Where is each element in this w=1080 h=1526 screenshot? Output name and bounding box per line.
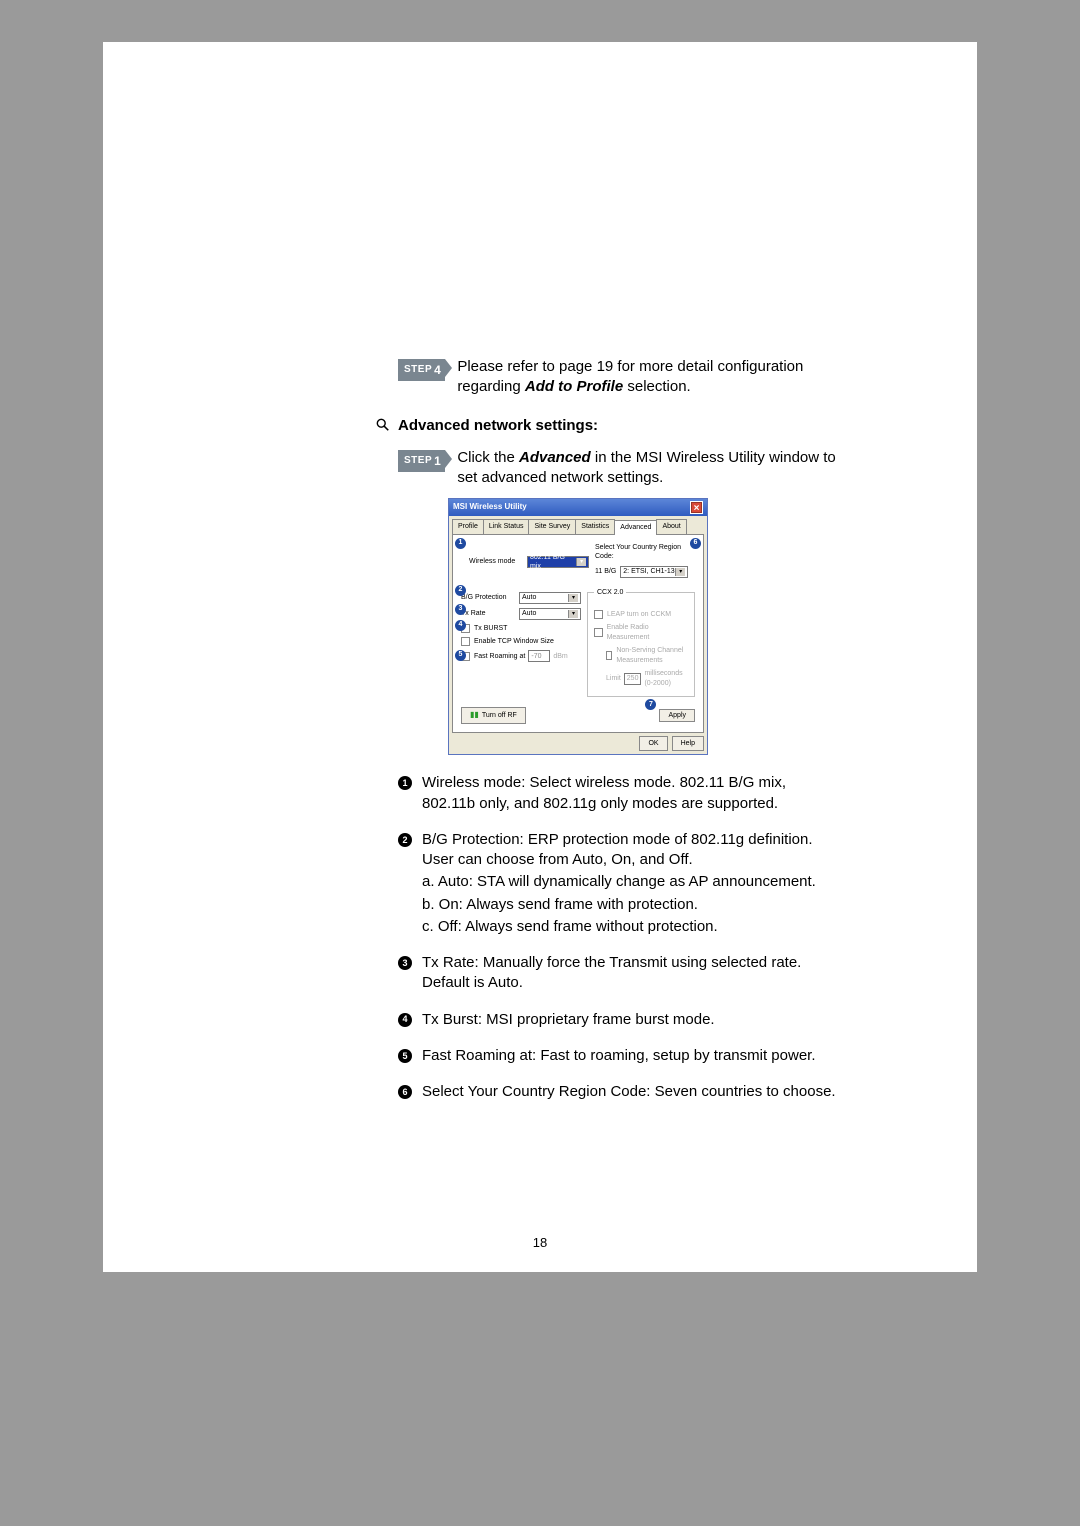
note-text: Wireless mode: Select wireless mode. 802… <box>422 773 838 814</box>
step1-block: STEP1 Click the Advanced in the MSI Wire… <box>398 448 838 489</box>
page-number: 18 <box>533 1235 547 1250</box>
dialog-body: Profile Link Status Site Survey Statisti… <box>449 516 707 754</box>
step-label: STEP <box>404 454 432 468</box>
help-button[interactable]: Help <box>672 736 704 751</box>
tab-site-survey[interactable]: Site Survey <box>528 519 576 533</box>
note-text: Tx Burst: MSI proprietary frame burst mo… <box>422 1010 838 1030</box>
limit-value[interactable]: 250 <box>624 673 642 685</box>
note-bullet: 4 <box>398 1013 412 1027</box>
chevron-down-icon: ▾ <box>675 568 685 576</box>
step1-badge: STEP1 <box>398 450 445 472</box>
radio-icon: ▮▮ <box>470 710 479 721</box>
bg-protection-label: B/G Protection <box>461 593 519 602</box>
tab-advanced[interactable]: Advanced <box>614 520 657 534</box>
section-title: Advanced network settings: <box>398 416 598 436</box>
note-text: Fast Roaming at: Fast to roaming, setup … <box>422 1046 838 1066</box>
step4-block: STEP4 Please refer to page 19 for more d… <box>398 357 838 398</box>
step1-text: Click the Advanced in the MSI Wireless U… <box>457 448 838 489</box>
dialog-titlebar: MSI Wireless Utility × <box>449 499 707 516</box>
step-label: STEP <box>404 363 432 377</box>
marker-1: 1 <box>455 538 466 549</box>
wireless-mode-select[interactable]: 802.11 B/G mix▾ <box>527 556 589 568</box>
advanced-panel: 1 6 Wireless mode 802.11 B/G mix▾ Select… <box>452 535 704 733</box>
tab-statistics[interactable]: Statistics <box>575 519 615 533</box>
ccx-group-label: CCX 2.0 <box>594 588 626 597</box>
turnoff-rf-button[interactable]: ▮▮ Turn off RF <box>461 707 526 724</box>
region-code-label: Select Your Country Region Code: <box>595 543 695 562</box>
nonserv-checkbox[interactable] <box>606 651 612 660</box>
note-bullet: 1 <box>398 776 412 790</box>
marker-7: 7 <box>645 699 656 710</box>
note-4: 4 Tx Burst: MSI proprietary frame burst … <box>398 1010 838 1030</box>
tab-profile[interactable]: Profile <box>452 519 484 533</box>
marker-2: 2 <box>455 585 466 596</box>
note-3: 3 Tx Rate: Manually force the Transmit u… <box>398 953 838 994</box>
document-page: STEP4 Please refer to page 19 for more d… <box>103 42 977 1272</box>
tab-link-status[interactable]: Link Status <box>483 519 530 533</box>
fast-roaming-value[interactable]: -70 <box>528 650 550 662</box>
section-heading-row: Advanced network settings: <box>376 416 838 436</box>
close-icon[interactable]: × <box>690 501 703 514</box>
note-text: B/G Protection: ERP protection mode of 8… <box>422 830 838 937</box>
marker-6: 6 <box>690 538 701 549</box>
msi-wireless-utility-dialog: MSI Wireless Utility × Profile Link Stat… <box>448 498 708 755</box>
chevron-down-icon: ▾ <box>568 594 578 602</box>
tab-about[interactable]: About <box>656 519 686 533</box>
apply-button[interactable]: Apply <box>659 709 695 722</box>
note-text: Tx Rate: Manually force the Transmit usi… <box>422 953 838 994</box>
leap-checkbox[interactable] <box>594 610 603 619</box>
ok-button[interactable]: OK <box>639 736 667 751</box>
note-bullet: 3 <box>398 956 412 970</box>
step-num: 4 <box>434 362 441 378</box>
note-bullet: 2 <box>398 833 412 847</box>
content-area: STEP4 Please refer to page 19 for more d… <box>398 357 838 1102</box>
tx-rate-label: Tx Rate <box>461 609 519 618</box>
chevron-down-icon: ▾ <box>576 558 586 566</box>
tab-strip: Profile Link Status Site Survey Statisti… <box>452 519 704 534</box>
region-select[interactable]: 2: ETSI, CH1-13▾ <box>620 566 688 578</box>
step-num: 1 <box>434 453 441 469</box>
step4-text: Please refer to page 19 for more detail … <box>457 357 838 398</box>
magnifier-icon <box>376 418 390 432</box>
tcp-window-checkbox[interactable] <box>461 637 470 646</box>
note-5: 5 Fast Roaming at: Fast to roaming, setu… <box>398 1046 838 1066</box>
note-6: 6 Select Your Country Region Code: Seven… <box>398 1082 838 1102</box>
note-2: 2 B/G Protection: ERP protection mode of… <box>398 830 838 937</box>
bg-protection-select[interactable]: Auto▾ <box>519 592 581 604</box>
tx-rate-select[interactable]: Auto▾ <box>519 608 581 620</box>
note-bullet: 5 <box>398 1049 412 1063</box>
chevron-down-icon: ▾ <box>568 610 578 618</box>
radio-meas-checkbox[interactable] <box>594 628 603 637</box>
notes-list: 1 Wireless mode: Select wireless mode. 8… <box>398 773 838 1102</box>
marker-3: 3 <box>455 604 466 615</box>
note-text: Select Your Country Region Code: Seven c… <box>422 1082 838 1102</box>
note-1: 1 Wireless mode: Select wireless mode. 8… <box>398 773 838 814</box>
step4-badge: STEP4 <box>398 359 445 381</box>
marker-5: 5 <box>455 650 466 661</box>
dialog-title: MSI Wireless Utility <box>453 502 527 513</box>
wireless-mode-label: Wireless mode <box>469 557 527 566</box>
marker-4: 4 <box>455 620 466 631</box>
note-bullet: 6 <box>398 1085 412 1099</box>
